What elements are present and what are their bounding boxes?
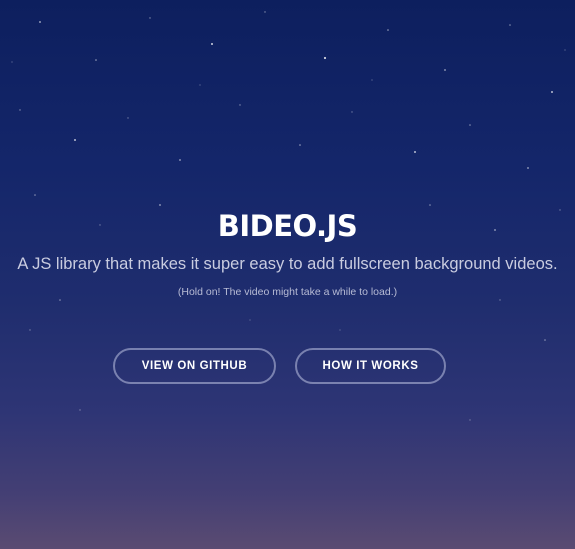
how-it-works-label: HOW IT WORKS (322, 360, 419, 372)
how-it-works-button[interactable]: HOW IT WORKS (295, 348, 446, 384)
hero-content: BIDEO.JS A JS library that makes it supe… (0, 0, 575, 549)
tagline: A JS library that makes it super easy to… (17, 255, 558, 273)
view-on-github-button[interactable]: VIEW ON GITHUB (113, 348, 276, 384)
view-on-github-label: VIEW ON GITHUB (141, 360, 248, 372)
page-title: BIDEO.JS (217, 209, 358, 243)
loading-note: (Hold on! The video might take a while t… (177, 286, 398, 298)
